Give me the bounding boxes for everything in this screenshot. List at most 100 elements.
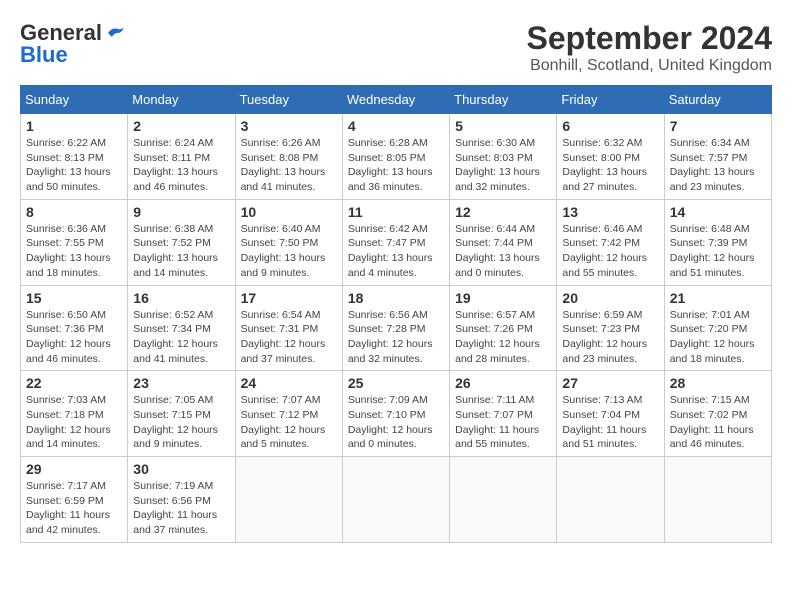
table-row xyxy=(342,457,449,543)
col-thursday: Thursday xyxy=(450,86,557,114)
logo-text-blue: Blue xyxy=(20,42,68,68)
table-row: 21 Sunrise: 7:01 AMSunset: 7:20 PMDaylig… xyxy=(664,285,771,371)
table-row: 19 Sunrise: 6:57 AMSunset: 7:26 PMDaylig… xyxy=(450,285,557,371)
day-number: 3 xyxy=(241,118,337,134)
day-number: 10 xyxy=(241,204,337,220)
calendar-header-row: Sunday Monday Tuesday Wednesday Thursday… xyxy=(21,86,772,114)
col-saturday: Saturday xyxy=(664,86,771,114)
day-info: Sunrise: 6:54 AMSunset: 7:31 PMDaylight:… xyxy=(241,309,326,365)
day-number: 29 xyxy=(26,461,122,477)
table-row: 12 Sunrise: 6:44 AMSunset: 7:44 PMDaylig… xyxy=(450,199,557,285)
day-number: 2 xyxy=(133,118,229,134)
col-wednesday: Wednesday xyxy=(342,86,449,114)
day-info: Sunrise: 7:11 AMSunset: 7:07 PMDaylight:… xyxy=(455,394,539,450)
table-row: 30 Sunrise: 7:19 AMSunset: 6:56 PMDaylig… xyxy=(128,457,235,543)
day-number: 26 xyxy=(455,375,551,391)
col-tuesday: Tuesday xyxy=(235,86,342,114)
day-info: Sunrise: 6:50 AMSunset: 7:36 PMDaylight:… xyxy=(26,309,111,365)
table-row: 13 Sunrise: 6:46 AMSunset: 7:42 PMDaylig… xyxy=(557,199,664,285)
day-info: Sunrise: 7:03 AMSunset: 7:18 PMDaylight:… xyxy=(26,394,111,450)
table-row: 15 Sunrise: 6:50 AMSunset: 7:36 PMDaylig… xyxy=(21,285,128,371)
day-number: 9 xyxy=(133,204,229,220)
table-row: 23 Sunrise: 7:05 AMSunset: 7:15 PMDaylig… xyxy=(128,371,235,457)
table-row: 29 Sunrise: 7:17 AMSunset: 6:59 PMDaylig… xyxy=(21,457,128,543)
day-info: Sunrise: 7:07 AMSunset: 7:12 PMDaylight:… xyxy=(241,394,326,450)
day-number: 19 xyxy=(455,290,551,306)
day-info: Sunrise: 6:24 AMSunset: 8:11 PMDaylight:… xyxy=(133,137,218,193)
day-info: Sunrise: 6:48 AMSunset: 7:39 PMDaylight:… xyxy=(670,223,755,279)
table-row xyxy=(557,457,664,543)
day-number: 28 xyxy=(670,375,766,391)
day-info: Sunrise: 6:46 AMSunset: 7:42 PMDaylight:… xyxy=(562,223,647,279)
day-info: Sunrise: 6:56 AMSunset: 7:28 PMDaylight:… xyxy=(348,309,433,365)
calendar-week-row: 1 Sunrise: 6:22 AMSunset: 8:13 PMDayligh… xyxy=(21,114,772,200)
table-row: 28 Sunrise: 7:15 AMSunset: 7:02 PMDaylig… xyxy=(664,371,771,457)
table-row xyxy=(664,457,771,543)
table-row xyxy=(450,457,557,543)
day-number: 6 xyxy=(562,118,658,134)
day-number: 23 xyxy=(133,375,229,391)
table-row: 27 Sunrise: 7:13 AMSunset: 7:04 PMDaylig… xyxy=(557,371,664,457)
day-info: Sunrise: 7:19 AMSunset: 6:56 PMDaylight:… xyxy=(133,480,217,536)
day-number: 7 xyxy=(670,118,766,134)
day-info: Sunrise: 6:42 AMSunset: 7:47 PMDaylight:… xyxy=(348,223,433,279)
day-info: Sunrise: 6:38 AMSunset: 7:52 PMDaylight:… xyxy=(133,223,218,279)
day-number: 8 xyxy=(26,204,122,220)
calendar-week-row: 15 Sunrise: 6:50 AMSunset: 7:36 PMDaylig… xyxy=(21,285,772,371)
day-number: 18 xyxy=(348,290,444,306)
day-number: 25 xyxy=(348,375,444,391)
col-friday: Friday xyxy=(557,86,664,114)
day-info: Sunrise: 6:59 AMSunset: 7:23 PMDaylight:… xyxy=(562,309,647,365)
logo-bird-icon xyxy=(104,25,126,41)
day-info: Sunrise: 6:52 AMSunset: 7:34 PMDaylight:… xyxy=(133,309,218,365)
day-info: Sunrise: 6:40 AMSunset: 7:50 PMDaylight:… xyxy=(241,223,326,279)
table-row: 3 Sunrise: 6:26 AMSunset: 8:08 PMDayligh… xyxy=(235,114,342,200)
table-row: 16 Sunrise: 6:52 AMSunset: 7:34 PMDaylig… xyxy=(128,285,235,371)
day-number: 21 xyxy=(670,290,766,306)
table-row: 22 Sunrise: 7:03 AMSunset: 7:18 PMDaylig… xyxy=(21,371,128,457)
table-row: 24 Sunrise: 7:07 AMSunset: 7:12 PMDaylig… xyxy=(235,371,342,457)
calendar-title: September 2024 xyxy=(527,20,772,57)
day-number: 30 xyxy=(133,461,229,477)
calendar-subtitle: Bonhill, Scotland, United Kingdom xyxy=(527,57,772,75)
table-row: 26 Sunrise: 7:11 AMSunset: 7:07 PMDaylig… xyxy=(450,371,557,457)
calendar-week-row: 22 Sunrise: 7:03 AMSunset: 7:18 PMDaylig… xyxy=(21,371,772,457)
day-number: 17 xyxy=(241,290,337,306)
logo: General Blue xyxy=(20,20,126,68)
day-info: Sunrise: 6:34 AMSunset: 7:57 PMDaylight:… xyxy=(670,137,755,193)
day-number: 1 xyxy=(26,118,122,134)
title-area: September 2024 Bonhill, Scotland, United… xyxy=(527,20,772,75)
day-number: 13 xyxy=(562,204,658,220)
page-header: General Blue September 2024 Bonhill, Sco… xyxy=(20,20,772,75)
day-number: 24 xyxy=(241,375,337,391)
day-info: Sunrise: 7:09 AMSunset: 7:10 PMDaylight:… xyxy=(348,394,433,450)
calendar-week-row: 8 Sunrise: 6:36 AMSunset: 7:55 PMDayligh… xyxy=(21,199,772,285)
table-row: 14 Sunrise: 6:48 AMSunset: 7:39 PMDaylig… xyxy=(664,199,771,285)
table-row: 6 Sunrise: 6:32 AMSunset: 8:00 PMDayligh… xyxy=(557,114,664,200)
table-row: 7 Sunrise: 6:34 AMSunset: 7:57 PMDayligh… xyxy=(664,114,771,200)
day-number: 27 xyxy=(562,375,658,391)
table-row: 9 Sunrise: 6:38 AMSunset: 7:52 PMDayligh… xyxy=(128,199,235,285)
table-row: 1 Sunrise: 6:22 AMSunset: 8:13 PMDayligh… xyxy=(21,114,128,200)
table-row: 2 Sunrise: 6:24 AMSunset: 8:11 PMDayligh… xyxy=(128,114,235,200)
day-number: 12 xyxy=(455,204,551,220)
table-row: 5 Sunrise: 6:30 AMSunset: 8:03 PMDayligh… xyxy=(450,114,557,200)
day-info: Sunrise: 7:15 AMSunset: 7:02 PMDaylight:… xyxy=(670,394,754,450)
col-sunday: Sunday xyxy=(21,86,128,114)
table-row: 17 Sunrise: 6:54 AMSunset: 7:31 PMDaylig… xyxy=(235,285,342,371)
day-number: 20 xyxy=(562,290,658,306)
day-number: 4 xyxy=(348,118,444,134)
table-row: 20 Sunrise: 6:59 AMSunset: 7:23 PMDaylig… xyxy=(557,285,664,371)
day-info: Sunrise: 6:26 AMSunset: 8:08 PMDaylight:… xyxy=(241,137,326,193)
day-info: Sunrise: 6:57 AMSunset: 7:26 PMDaylight:… xyxy=(455,309,540,365)
day-info: Sunrise: 7:05 AMSunset: 7:15 PMDaylight:… xyxy=(133,394,218,450)
day-number: 16 xyxy=(133,290,229,306)
day-number: 14 xyxy=(670,204,766,220)
day-number: 5 xyxy=(455,118,551,134)
col-monday: Monday xyxy=(128,86,235,114)
day-info: Sunrise: 6:30 AMSunset: 8:03 PMDaylight:… xyxy=(455,137,540,193)
day-info: Sunrise: 7:13 AMSunset: 7:04 PMDaylight:… xyxy=(562,394,646,450)
day-info: Sunrise: 6:22 AMSunset: 8:13 PMDaylight:… xyxy=(26,137,111,193)
day-info: Sunrise: 7:01 AMSunset: 7:20 PMDaylight:… xyxy=(670,309,755,365)
table-row: 25 Sunrise: 7:09 AMSunset: 7:10 PMDaylig… xyxy=(342,371,449,457)
